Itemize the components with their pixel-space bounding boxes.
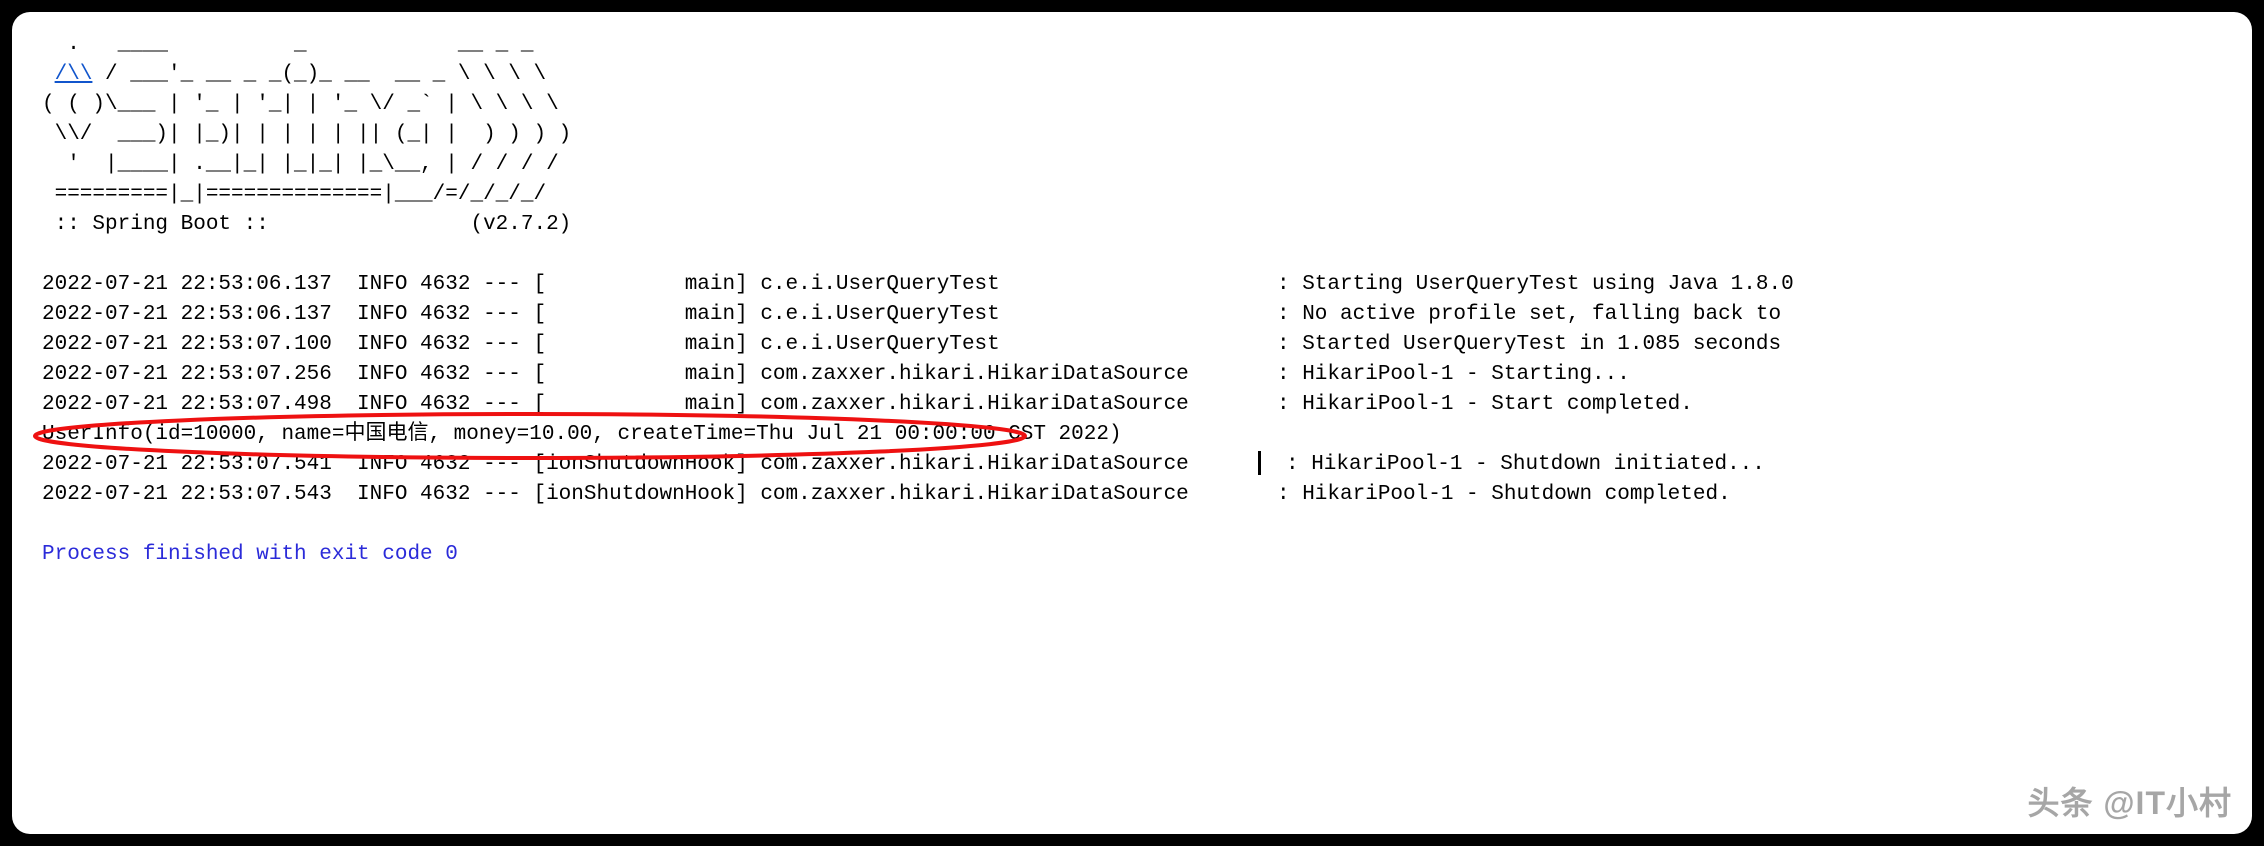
- log-line: 2022-07-21 22:53:07.498 INFO 4632 --- [ …: [42, 390, 2222, 420]
- log-line: 2022-07-21 22:53:07.256 INFO 4632 --- [ …: [42, 360, 2222, 390]
- banner-line: :: Spring Boot :: (v2.7.2): [42, 210, 2222, 240]
- banner-text: / ___'_ __ _ _(_)_ __ __ _ \ \ \ \: [92, 63, 546, 86]
- banner-line: \\/ ___)| |_)| | | | | || (_| | ) ) ) ): [42, 120, 2222, 150]
- banner-text: [42, 63, 55, 86]
- banner-line: ( ( )\___ | '_ | '_| | '_ \/ _` | \ \ \ …: [42, 90, 2222, 120]
- log-line-highlighted: UserInfo(id=10000, name=中国电信, money=10.0…: [42, 420, 2222, 450]
- log-text: 2022-07-21 22:53:07.541 INFO 4632 --- [i…: [42, 453, 1252, 476]
- log-line: 2022-07-21 22:53:06.137 INFO 4632 --- [ …: [42, 270, 2222, 300]
- banner-link[interactable]: /\\: [55, 63, 93, 86]
- blank-line: [42, 510, 2222, 540]
- blank-line: [42, 240, 2222, 270]
- log-text: : HikariPool-1 - Shutdown initiated...: [1261, 453, 1765, 476]
- console-output: . ____ _ __ _ _ /\\ / ___'_ __ _ _(_)_ _…: [12, 12, 2252, 834]
- banner-line: ' |____| .__|_| |_|_| |_\__, | / / / /: [42, 150, 2222, 180]
- banner-line: =========|_|==============|___/=/_/_/_/: [42, 180, 2222, 210]
- process-exit-line: Process finished with exit code 0: [42, 540, 2222, 570]
- log-line: 2022-07-21 22:53:07.100 INFO 4632 --- [ …: [42, 330, 2222, 360]
- log-line: 2022-07-21 22:53:07.543 INFO 4632 --- [i…: [42, 480, 2222, 510]
- watermark: 头条 @IT小村: [2027, 778, 2232, 824]
- banner-line: /\\ / ___'_ __ _ _(_)_ __ __ _ \ \ \ \: [42, 60, 2222, 90]
- banner-line: . ____ _ __ _ _: [42, 30, 2222, 60]
- log-line: 2022-07-21 22:53:06.137 INFO 4632 --- [ …: [42, 300, 2222, 330]
- log-line: 2022-07-21 22:53:07.541 INFO 4632 --- [i…: [42, 450, 2222, 480]
